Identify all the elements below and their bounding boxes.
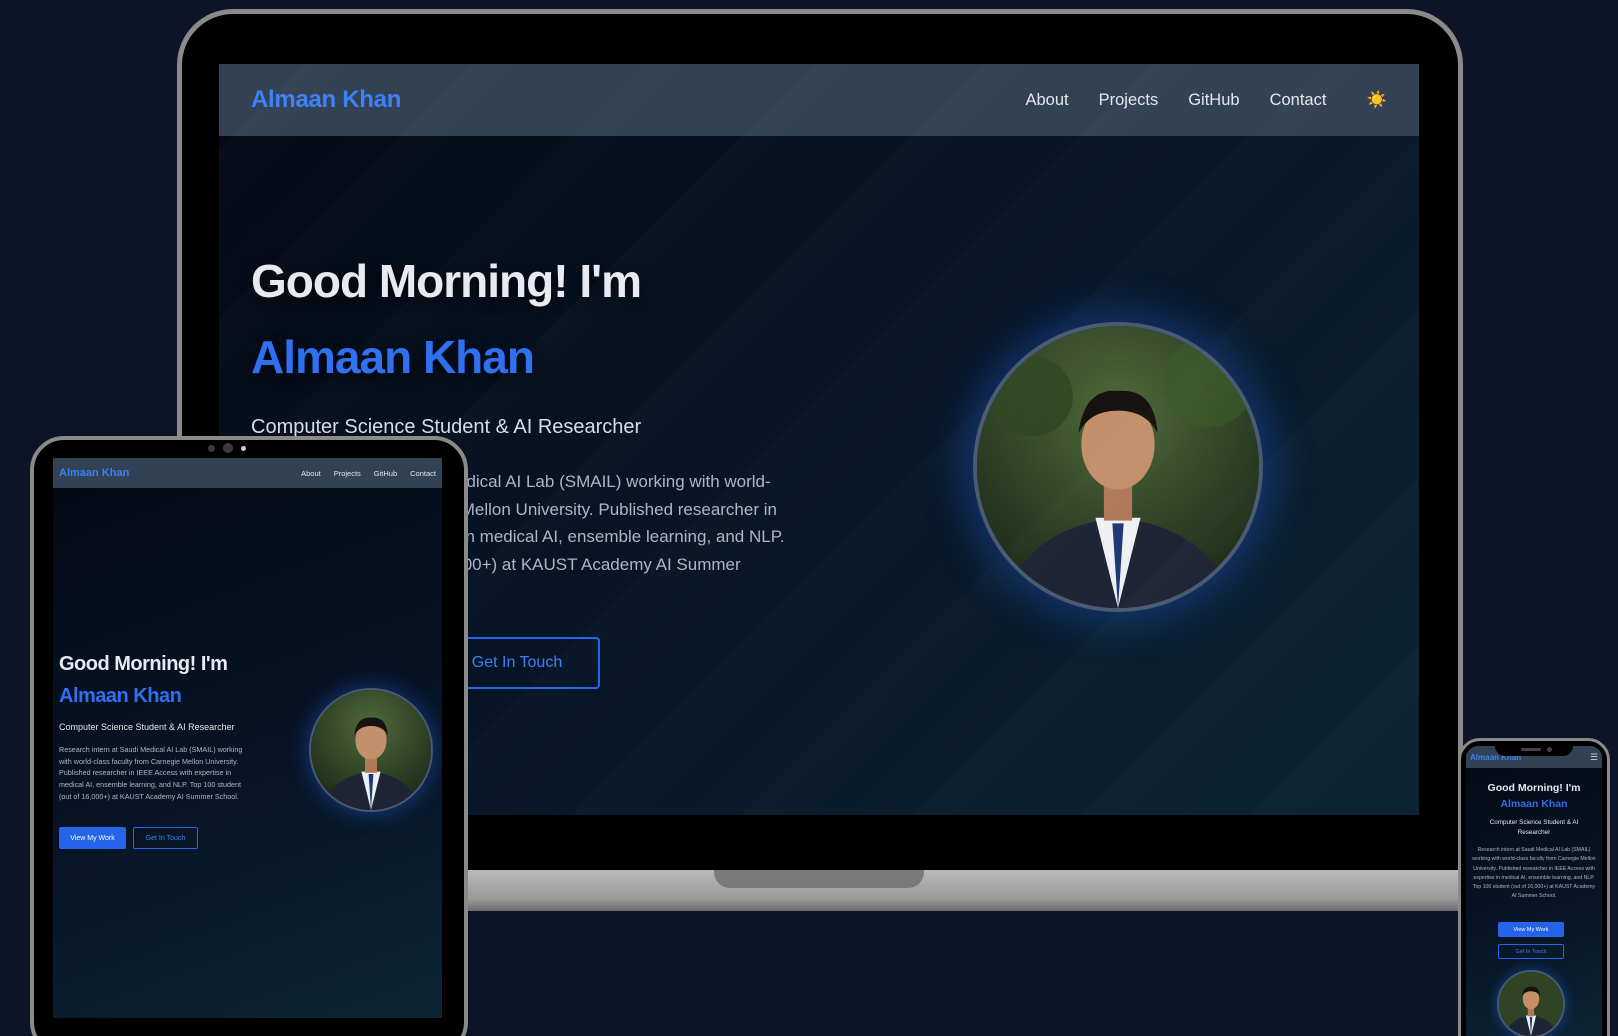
hero-name: Almaan Khan	[251, 331, 535, 383]
tablet-view-my-work-button[interactable]: View My Work	[59, 827, 126, 849]
phone-portrait-image	[1499, 972, 1563, 1036]
tablet-nav-link-contact[interactable]: Contact	[410, 469, 436, 478]
hero-greeting: Good Morning! I'm	[251, 255, 642, 307]
laptop-navbar: Almaan Khan About Projects GitHub Contac…	[219, 64, 1419, 136]
site-logo[interactable]: Almaan Khan	[251, 86, 401, 114]
tablet-profile-photo	[309, 688, 433, 812]
tablet-nav-link-github[interactable]: GitHub	[374, 469, 397, 478]
phone-hero-name: Almaan Khan	[1500, 798, 1568, 810]
phone-profile-photo	[1497, 970, 1565, 1036]
profile-photo	[973, 322, 1263, 612]
tablet-nav-link-about[interactable]: About	[301, 469, 321, 478]
theme-toggle-sun-icon[interactable]: ☀️	[1366, 91, 1387, 110]
phone-hero-greeting: Good Morning! I'm	[1487, 782, 1581, 794]
nav-link-github[interactable]: GitHub	[1188, 91, 1239, 110]
tablet-site-logo[interactable]: Almaan Khan	[59, 467, 129, 479]
tablet-hero-greeting: Good Morning! I'm	[59, 653, 228, 675]
phone-view-my-work-button[interactable]: View My Work	[1498, 922, 1564, 937]
tablet-portrait-image	[311, 690, 431, 810]
phone-hero-bio: Research intern at Saudi Medical AI Lab …	[1472, 847, 1596, 900]
phone-get-in-touch-button[interactable]: Get In Touch	[1498, 944, 1564, 959]
tablet-nav-links: About Projects GitHub Contact	[301, 469, 436, 478]
tablet-hero-role: Computer Science Student & AI Researcher	[59, 722, 235, 732]
tablet-hero-bio: Research intern at Saudi Medical AI Lab …	[59, 745, 243, 801]
nav-links: About Projects GitHub Contact ☀️	[1025, 91, 1387, 110]
tablet-nav-link-projects[interactable]: Projects	[334, 469, 361, 478]
tablet-get-in-touch-button[interactable]: Get In Touch	[133, 827, 198, 849]
phone-dynamic-island	[1495, 742, 1573, 756]
tablet-navbar: Almaan Khan About Projects GitHub Contac…	[53, 458, 442, 488]
hamburger-menu-icon[interactable]: ☰	[1590, 752, 1598, 763]
tablet-screen: Almaan Khan About Projects GitHub Contac…	[53, 458, 442, 1018]
nav-link-projects[interactable]: Projects	[1099, 91, 1159, 110]
portrait-image	[977, 326, 1259, 608]
nav-link-contact[interactable]: Contact	[1270, 91, 1327, 110]
nav-link-about[interactable]: About	[1025, 91, 1068, 110]
laptop-notch	[714, 870, 924, 888]
phone-hero-role: Computer Science Student & AI Researcher	[1489, 819, 1579, 836]
tablet-camera	[208, 443, 246, 453]
tablet-hero-name: Almaan Khan	[59, 685, 182, 707]
phone-screen: Almaan Khan ☰ Good Morning! I'm Almaan K…	[1466, 746, 1602, 1036]
